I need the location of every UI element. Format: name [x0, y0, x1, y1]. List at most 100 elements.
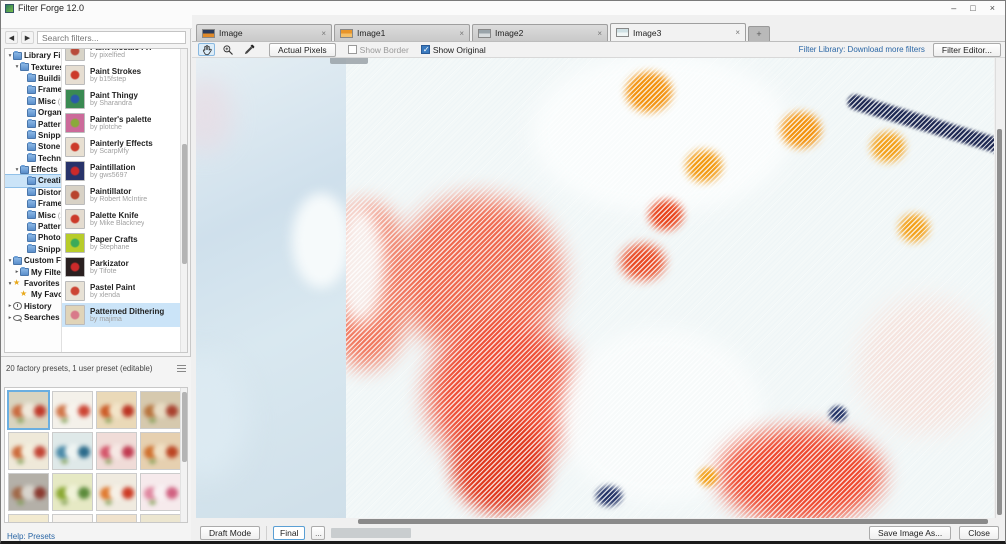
filter-list-item[interactable]: Palette Knife by Mike Blackney [62, 207, 187, 231]
preset-tile[interactable] [52, 514, 93, 523]
show-border-checkbox[interactable] [348, 45, 357, 54]
tree-item[interactable]: Photo [5, 232, 61, 243]
preset-tile[interactable] [8, 514, 49, 523]
filter-list-item[interactable]: Painterly Effects by ScarpMfy [62, 135, 187, 159]
tab-close-icon[interactable]: × [597, 29, 602, 38]
tree-item[interactable]: Stone (1) [5, 141, 61, 152]
image-canvas[interactable] [196, 58, 994, 518]
filter-library-link[interactable]: Filter Library: Download more filters [799, 45, 925, 54]
filter-thumbnail [65, 281, 85, 301]
tree-item[interactable]: Creative [5, 175, 61, 186]
preset-tile[interactable] [52, 432, 93, 470]
close-button[interactable]: × [990, 2, 995, 14]
close-image-button[interactable]: Close [959, 526, 999, 540]
tree-item[interactable]: ▾ Custom Filters [5, 255, 61, 266]
save-image-button[interactable]: Save Image As... [869, 526, 951, 540]
tree-item[interactable]: ▾ Textures [5, 61, 61, 72]
preset-tile[interactable] [140, 473, 181, 511]
filter-list-item[interactable]: Paintillation by gws5697 [62, 159, 187, 183]
filter-list: Paint Mosaic FX by pixelfied Paint Strok… [62, 49, 187, 352]
back-arrow-button[interactable]: ◀ [5, 31, 18, 44]
tree-item[interactable]: Patterns (1) [5, 221, 61, 232]
preset-tile[interactable] [96, 432, 137, 470]
tab-close-icon[interactable]: × [321, 29, 326, 38]
restore-button[interactable]: □ [970, 2, 975, 14]
eyedropper-tool-button[interactable] [240, 43, 257, 56]
split-divider-handle[interactable] [330, 58, 368, 64]
preset-tile[interactable] [52, 473, 93, 511]
tree-item[interactable]: Building [5, 73, 61, 84]
tree-item[interactable]: Frames (2) [5, 198, 61, 209]
image-tab[interactable]: Image1 × [334, 24, 470, 41]
search-input[interactable] [37, 31, 186, 44]
preset-tile[interactable] [140, 432, 181, 470]
sort-icon[interactable] [177, 365, 186, 373]
filter-list-item[interactable]: Patterned Dithering by majima [62, 303, 187, 327]
filter-list-item[interactable]: Paintillator by Robert McIntire [62, 183, 187, 207]
filter-author: by plotche [90, 124, 151, 131]
preset-tile[interactable] [96, 473, 137, 511]
preset-tile[interactable] [8, 432, 49, 470]
preset-tile[interactable] [8, 473, 49, 511]
preset-tile[interactable] [140, 391, 181, 429]
image-tab[interactable]: Image2 × [472, 24, 608, 41]
filter-list-item[interactable]: Pastel Paint by xlenda [62, 279, 187, 303]
help-presets-link[interactable]: Help: Presets [7, 532, 55, 541]
filter-list-item[interactable]: Paint Thingy by Sharandra [62, 87, 187, 111]
tree-item[interactable]: Organic [5, 107, 61, 118]
tree-item[interactable]: Misc (3) [5, 96, 61, 107]
app-icon [5, 4, 14, 13]
tree-item[interactable]: Snippets [5, 244, 61, 255]
filter-list-item[interactable]: Paper Crafts by Stephane [62, 231, 187, 255]
tree-item[interactable]: Patterns (1) [5, 118, 61, 129]
tree-item[interactable]: My Favorites [5, 289, 61, 300]
filter-list-item[interactable]: Painter's palette by plotche [62, 111, 187, 135]
actual-pixels-button[interactable]: Actual Pixels [269, 43, 336, 57]
new-tab-button[interactable]: + [748, 26, 770, 41]
tree-item[interactable]: Distortions [5, 187, 61, 198]
show-original-checkbox[interactable] [421, 45, 430, 54]
image-tab[interactable]: Image × [196, 24, 332, 41]
tree-item[interactable]: ▾ Library Filters [5, 50, 61, 61]
preset-blob [149, 459, 156, 464]
scrollbar-thumb[interactable] [997, 129, 1002, 515]
filter-list-item[interactable]: Parkizator by Tifote [62, 255, 187, 279]
filter-list-scrollbar[interactable] [180, 49, 187, 352]
window-title: Filter Forge 12.0 [18, 3, 951, 13]
filter-list-item[interactable]: Paint Mosaic FX by pixelfied [62, 49, 187, 63]
tree-item[interactable]: Snippets (2) [5, 130, 61, 141]
filter-editor-button[interactable]: Filter Editor... [933, 43, 1001, 57]
tree-item[interactable]: ▸ Searches [5, 312, 61, 323]
tree-item[interactable]: ▾ Favorites [5, 278, 61, 289]
tree-item[interactable]: Misc (2) [5, 209, 61, 220]
tree-item-label: Creative [38, 176, 61, 185]
final-mode-button[interactable]: Final [273, 526, 305, 540]
tab-close-icon[interactable]: × [459, 29, 464, 38]
tree-item[interactable]: Techno (2) [5, 153, 61, 164]
preset-tile[interactable] [140, 514, 181, 523]
filter-thumbnail [65, 233, 85, 253]
scrollbar-thumb[interactable] [182, 392, 187, 462]
tree-item[interactable]: ▸ My Filters [5, 266, 61, 277]
preset-tile[interactable] [96, 391, 137, 429]
preset-tile[interactable] [8, 391, 49, 429]
tab-close-icon[interactable]: × [735, 28, 740, 37]
final-options-button[interactable]: ... [311, 526, 325, 540]
forward-arrow-button[interactable]: ▶ [21, 31, 34, 44]
minimize-button[interactable]: – [951, 2, 956, 14]
presets-scrollbar[interactable] [180, 388, 187, 522]
hand-tool-button[interactable] [198, 43, 215, 56]
zoom-tool-button[interactable] [219, 43, 236, 56]
tree-item[interactable]: ▾ Effects [5, 164, 61, 175]
preset-tile[interactable] [96, 514, 137, 523]
preset-tile[interactable] [52, 391, 93, 429]
filter-list-item[interactable]: Paint Strokes by b15fstep [62, 63, 187, 87]
image-tab[interactable]: Image3 × [610, 23, 746, 41]
draft-mode-button[interactable]: Draft Mode [200, 526, 260, 540]
tree-item-label: My Favorites [31, 290, 61, 299]
tree-item[interactable]: ▸ History [5, 301, 61, 312]
tree-item[interactable]: Frames [5, 84, 61, 95]
scrollbar-thumb[interactable] [182, 144, 187, 264]
vertical-scrollbar[interactable] [995, 58, 1002, 518]
preset-blob [17, 459, 24, 464]
